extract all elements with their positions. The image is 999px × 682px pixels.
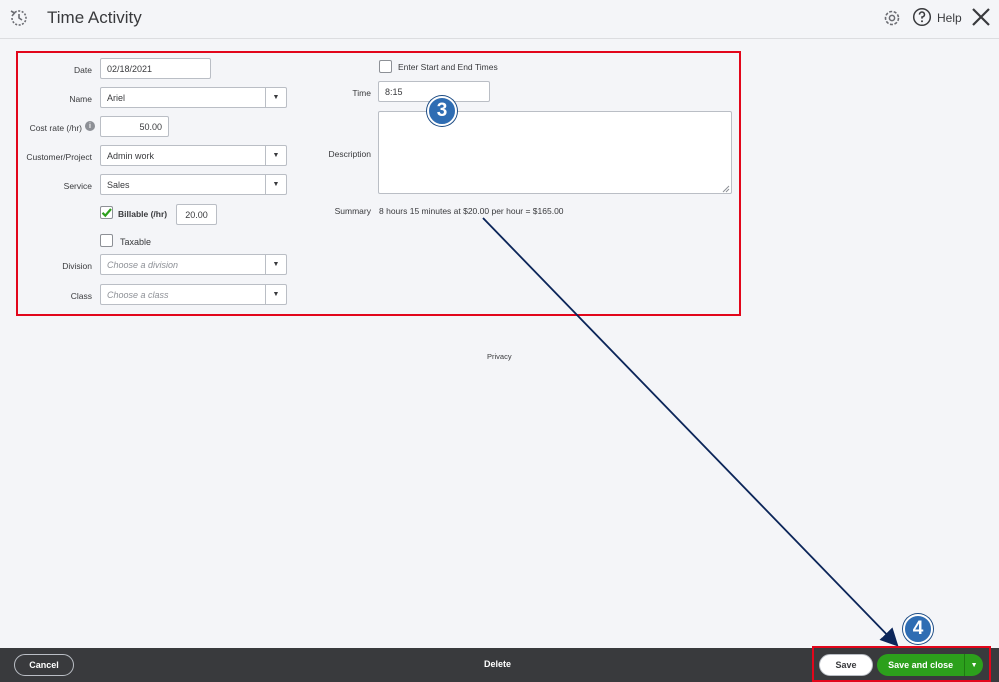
summary-label: Summary [334,206,371,216]
description-textarea[interactable] [378,111,732,194]
cancel-button[interactable]: Cancel [14,654,74,676]
info-icon[interactable]: i [85,121,95,131]
summary-text: 8 hours 15 minutes at $20.00 per hour = … [379,206,564,216]
customer-project-label: Customer/Project [26,152,92,162]
billable-rate-input[interactable]: 20.00 [176,204,217,225]
help-link[interactable]: Help [937,11,962,25]
name-select[interactable]: Ariel ▼ [100,87,287,108]
class-label: Class [70,291,92,301]
chevron-down-icon[interactable]: ▼ [265,285,286,304]
date-label: Date [74,65,92,75]
billable-label: Billable (/hr) [118,209,168,219]
help-icon[interactable] [912,7,932,27]
taxable-checkbox[interactable] [100,234,113,247]
customer-project-select[interactable]: Admin work ▼ [100,145,287,166]
class-select[interactable]: Choose a class ▼ [100,284,287,305]
cost-rate-input[interactable]: 50.00 [100,116,169,137]
recent-history-icon[interactable] [8,7,30,29]
chevron-down-icon[interactable]: ▼ [265,175,286,194]
division-label: Division [62,261,92,271]
service-label: Service [63,181,92,191]
class-placeholder: Choose a class [107,289,169,300]
service-value: Sales [107,179,130,190]
gear-icon[interactable] [881,7,903,29]
chevron-down-icon[interactable]: ▼ [265,88,286,107]
description-label: Description [328,149,371,159]
start-end-times-label: Enter Start and End Times [398,62,498,72]
close-icon[interactable] [969,5,993,29]
checkmark-icon [101,208,112,218]
cost-rate-label: Cost rate (/hr) [29,123,82,133]
step-badge-4: 4 [903,614,933,644]
start-end-times-checkbox[interactable] [379,60,392,73]
header-bar [0,0,999,39]
chevron-down-icon[interactable]: ▼ [265,146,286,165]
division-select[interactable]: Choose a division ▼ [100,254,287,275]
privacy-link[interactable]: Privacy [487,352,512,361]
name-value: Ariel [107,92,126,103]
billable-checkbox[interactable] [100,206,113,219]
highlight-frame-footer [812,646,991,682]
delete-button[interactable]: Delete [484,659,511,669]
date-input[interactable]: 02/18/2021 [100,58,211,79]
chevron-down-icon[interactable]: ▼ [265,255,286,274]
step-badge-3: 3 [427,96,457,126]
page-title: Time Activity [47,8,142,27]
customer-project-value: Admin work [107,150,155,161]
name-label: Name [69,94,92,104]
time-label: Time [352,88,371,98]
resize-handle-icon[interactable] [722,185,730,193]
service-select[interactable]: Sales ▼ [100,174,287,195]
taxable-label: Taxable [120,237,152,247]
division-placeholder: Choose a division [107,259,179,270]
